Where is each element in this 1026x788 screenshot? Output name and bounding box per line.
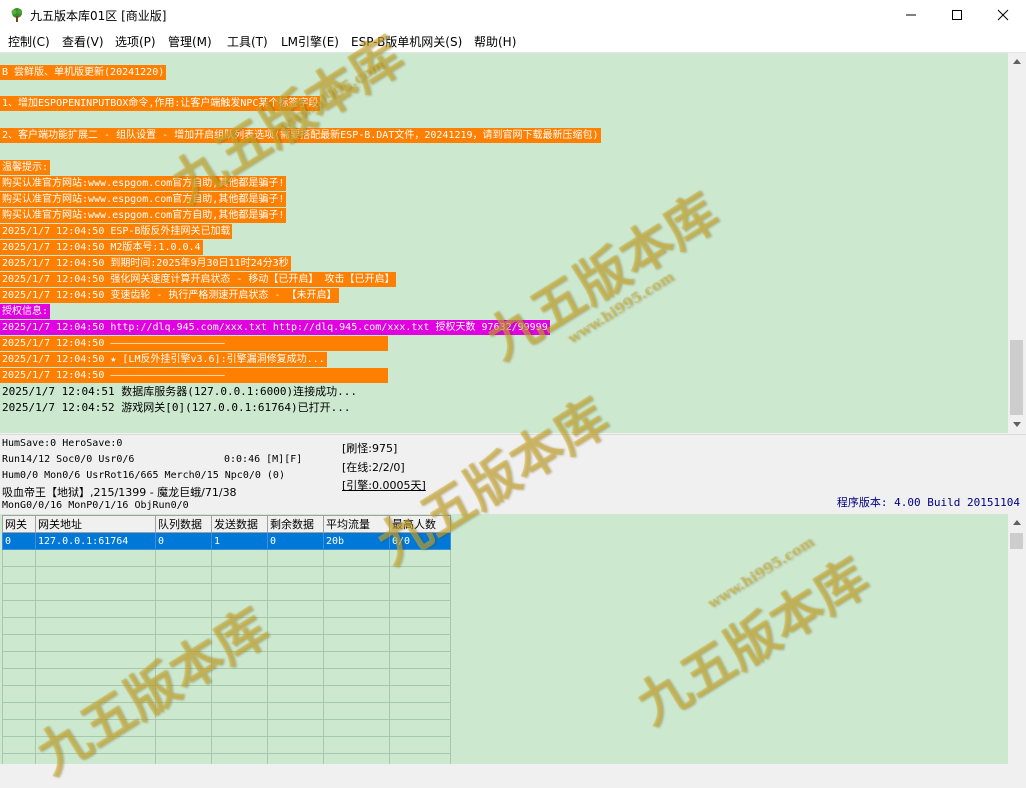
table-row-empty [2, 583, 451, 601]
scroll-up-icon[interactable] [1008, 514, 1025, 531]
scroll-up-icon[interactable] [1008, 53, 1025, 70]
status-online: [在线:2/2/0] [342, 461, 405, 474]
menu-view[interactable]: 查看(V) [62, 33, 104, 50]
table-header-row: 网关 网关地址 队列数据 发送数据 剩余数据 平均流量 最高人数 [2, 515, 451, 533]
cell-queue[interactable]: 0 [155, 532, 212, 550]
table-row-empty [2, 736, 451, 754]
table-row-empty [2, 549, 451, 567]
table-row-empty [2, 617, 451, 635]
log-line: B 尝鲜版、单机版更新(20241220) [0, 65, 167, 80]
log-line: 2025/1/7 12:04:50 ——————————————————— [0, 336, 388, 351]
log-line: 2025/1/7 12:04:50 变速齿轮 - 执行严格测速开启状态 - 【未… [0, 288, 339, 303]
gateway-table: 网关 网关地址 队列数据 发送数据 剩余数据 平均流量 最高人数 0 127.0… [2, 515, 451, 764]
log-line: 购买认准官方网站:www.espgom.com官方自助,其他都是骗子! [0, 192, 287, 207]
log-line: 2025/1/7 12:04:50 ESP-B版反外挂网关已加载 [0, 224, 233, 239]
log-line: 2、客户端功能扩展二 - 组队设置 - 增加开启组队列表选项(需要搭配最新ESP… [0, 128, 601, 143]
col-header-sent[interactable]: 发送数据 [211, 515, 268, 533]
log-line: 购买认准官方网站:www.espgom.com官方自助,其他都是骗子! [0, 176, 287, 191]
log-panel[interactable]: B 尝鲜版、单机版更新(20241220) 1、增加ESPOPENINPUTBO… [0, 53, 1008, 433]
cell-gateway[interactable]: 0 [2, 532, 36, 550]
menu-help[interactable]: 帮助(H) [474, 33, 516, 50]
status-monster: 吸血帝王【地狱】,215/1399 - 魔龙巨蛾/71/38 [2, 486, 237, 499]
table-row-empty [2, 634, 451, 652]
title-bar[interactable]: 九五版本库01区 [商业版] [0, 0, 1026, 30]
menu-tools[interactable]: 工具(T) [227, 33, 268, 50]
table-row-empty [2, 702, 451, 720]
window-title: 九五版本库01区 [商业版] [30, 9, 167, 23]
close-icon [997, 9, 1009, 21]
scroll-down-icon[interactable] [1008, 416, 1025, 433]
col-header-remaining[interactable]: 剩余数据 [267, 515, 324, 533]
log-line: 2025/1/7 12:04:51 数据库服务器(127.0.0.1:6000)… [2, 385, 358, 398]
col-header-avg-traffic[interactable]: 平均流量 [323, 515, 390, 533]
col-header-address[interactable]: 网关地址 [35, 515, 156, 533]
table-row[interactable]: 0 127.0.0.1:61764 0 1 0 20b 0/0 [2, 532, 451, 550]
table-row-empty [2, 668, 451, 686]
close-button[interactable] [980, 0, 1026, 30]
log-line: 2025/1/7 12:04:50 强化网关速度计算开启状态 - 移动【已开启】… [0, 272, 397, 287]
maximize-button[interactable] [934, 0, 980, 30]
minimize-icon [906, 14, 916, 16]
grid-scroll-thumb[interactable] [1010, 533, 1023, 549]
menu-manage[interactable]: 管理(M) [168, 33, 212, 50]
status-run: Run14/12 Soc0/0 Usr0/6 [2, 454, 135, 465]
cell-remaining[interactable]: 0 [267, 532, 324, 550]
status-engine-link[interactable]: [引擎:0.0005天] [342, 477, 426, 493]
log-line: 1、增加ESPOPENINPUTBOX命令,作用:让客户端触发NPC某个标签字段 [0, 96, 321, 111]
status-hum: Hum0/0 Mon0/6 UsrRot16/665 Merch0/15 Npc… [2, 470, 285, 481]
log-line: 2025/1/7 12:04:50 M2版本号:1.0.0.4 [0, 240, 203, 255]
status-refresh: [刷怪:975] [342, 442, 398, 455]
status-panel: HumSave:0 HeroSave:0 Run14/12 Soc0/0 Usr… [0, 434, 1026, 515]
gateway-grid-panel[interactable]: 网关 网关地址 队列数据 发送数据 剩余数据 平均流量 最高人数 0 127.0… [0, 514, 1008, 764]
col-header-queue[interactable]: 队列数据 [155, 515, 212, 533]
tree-icon [9, 7, 25, 23]
log-line: 2025/1/7 12:04:50 ——————————————————— [0, 368, 388, 383]
maximize-icon [952, 10, 962, 20]
cell-sent[interactable]: 1 [211, 532, 268, 550]
version-label: 程序版本: 4.00 Build 20151104 [836, 496, 1020, 509]
menu-options[interactable]: 选项(P) [115, 33, 156, 50]
table-row-empty [2, 685, 451, 703]
menu-espb-gateway[interactable]: ESP-B版单机网关(S) [351, 33, 462, 50]
log-scroll-thumb[interactable] [1010, 340, 1023, 415]
table-row-empty [2, 651, 451, 669]
minimize-button[interactable] [888, 0, 934, 30]
cell-avg-traffic[interactable]: 20b [323, 532, 390, 550]
menu-lm-engine[interactable]: LM引擎(E) [281, 33, 339, 50]
status-save: HumSave:0 HeroSave:0 [2, 438, 123, 449]
log-line: 2025/1/7 12:04:52 游戏网关[0](127.0.0.1:6176… [2, 401, 351, 414]
menu-bar: 控制(C) 查看(V) 选项(P) 管理(M) 工具(T) LM引擎(E) ES… [0, 30, 1026, 53]
grid-scrollbar[interactable] [1008, 514, 1025, 764]
log-line: 授权信息: [0, 304, 51, 319]
log-line: 购买认准官方网站:www.espgom.com官方自助,其他都是骗子! [0, 208, 287, 223]
log-line: 2025/1/7 12:04:50 到期时间:2025年9月30日11时24分3… [0, 256, 291, 271]
status-uptime: 0:0:46 [M][F] [224, 454, 303, 465]
table-row-empty [2, 753, 451, 764]
col-header-max-users[interactable]: 最高人数 [389, 515, 451, 533]
log-scrollbar[interactable] [1008, 53, 1025, 433]
menu-control[interactable]: 控制(C) [8, 33, 50, 50]
col-header-gateway[interactable]: 网关 [2, 515, 36, 533]
status-mon-group: MonG0/0/16 MonP0/1/16 ObjRun0/0 [2, 500, 189, 511]
table-row-empty [2, 566, 451, 584]
table-row-empty [2, 600, 451, 618]
table-row-empty [2, 719, 451, 737]
log-line: 温馨提示: [0, 160, 51, 175]
cell-max-users[interactable]: 0/0 [389, 532, 451, 550]
cell-address[interactable]: 127.0.0.1:61764 [35, 532, 156, 550]
log-line: 2025/1/7 12:04:50 ★ [LM反外挂引擎v3.6]:引擎漏洞修复… [0, 352, 327, 367]
log-line: 2025/1/7 12:04:50 http://dlq.945.com/xxx… [0, 320, 550, 335]
